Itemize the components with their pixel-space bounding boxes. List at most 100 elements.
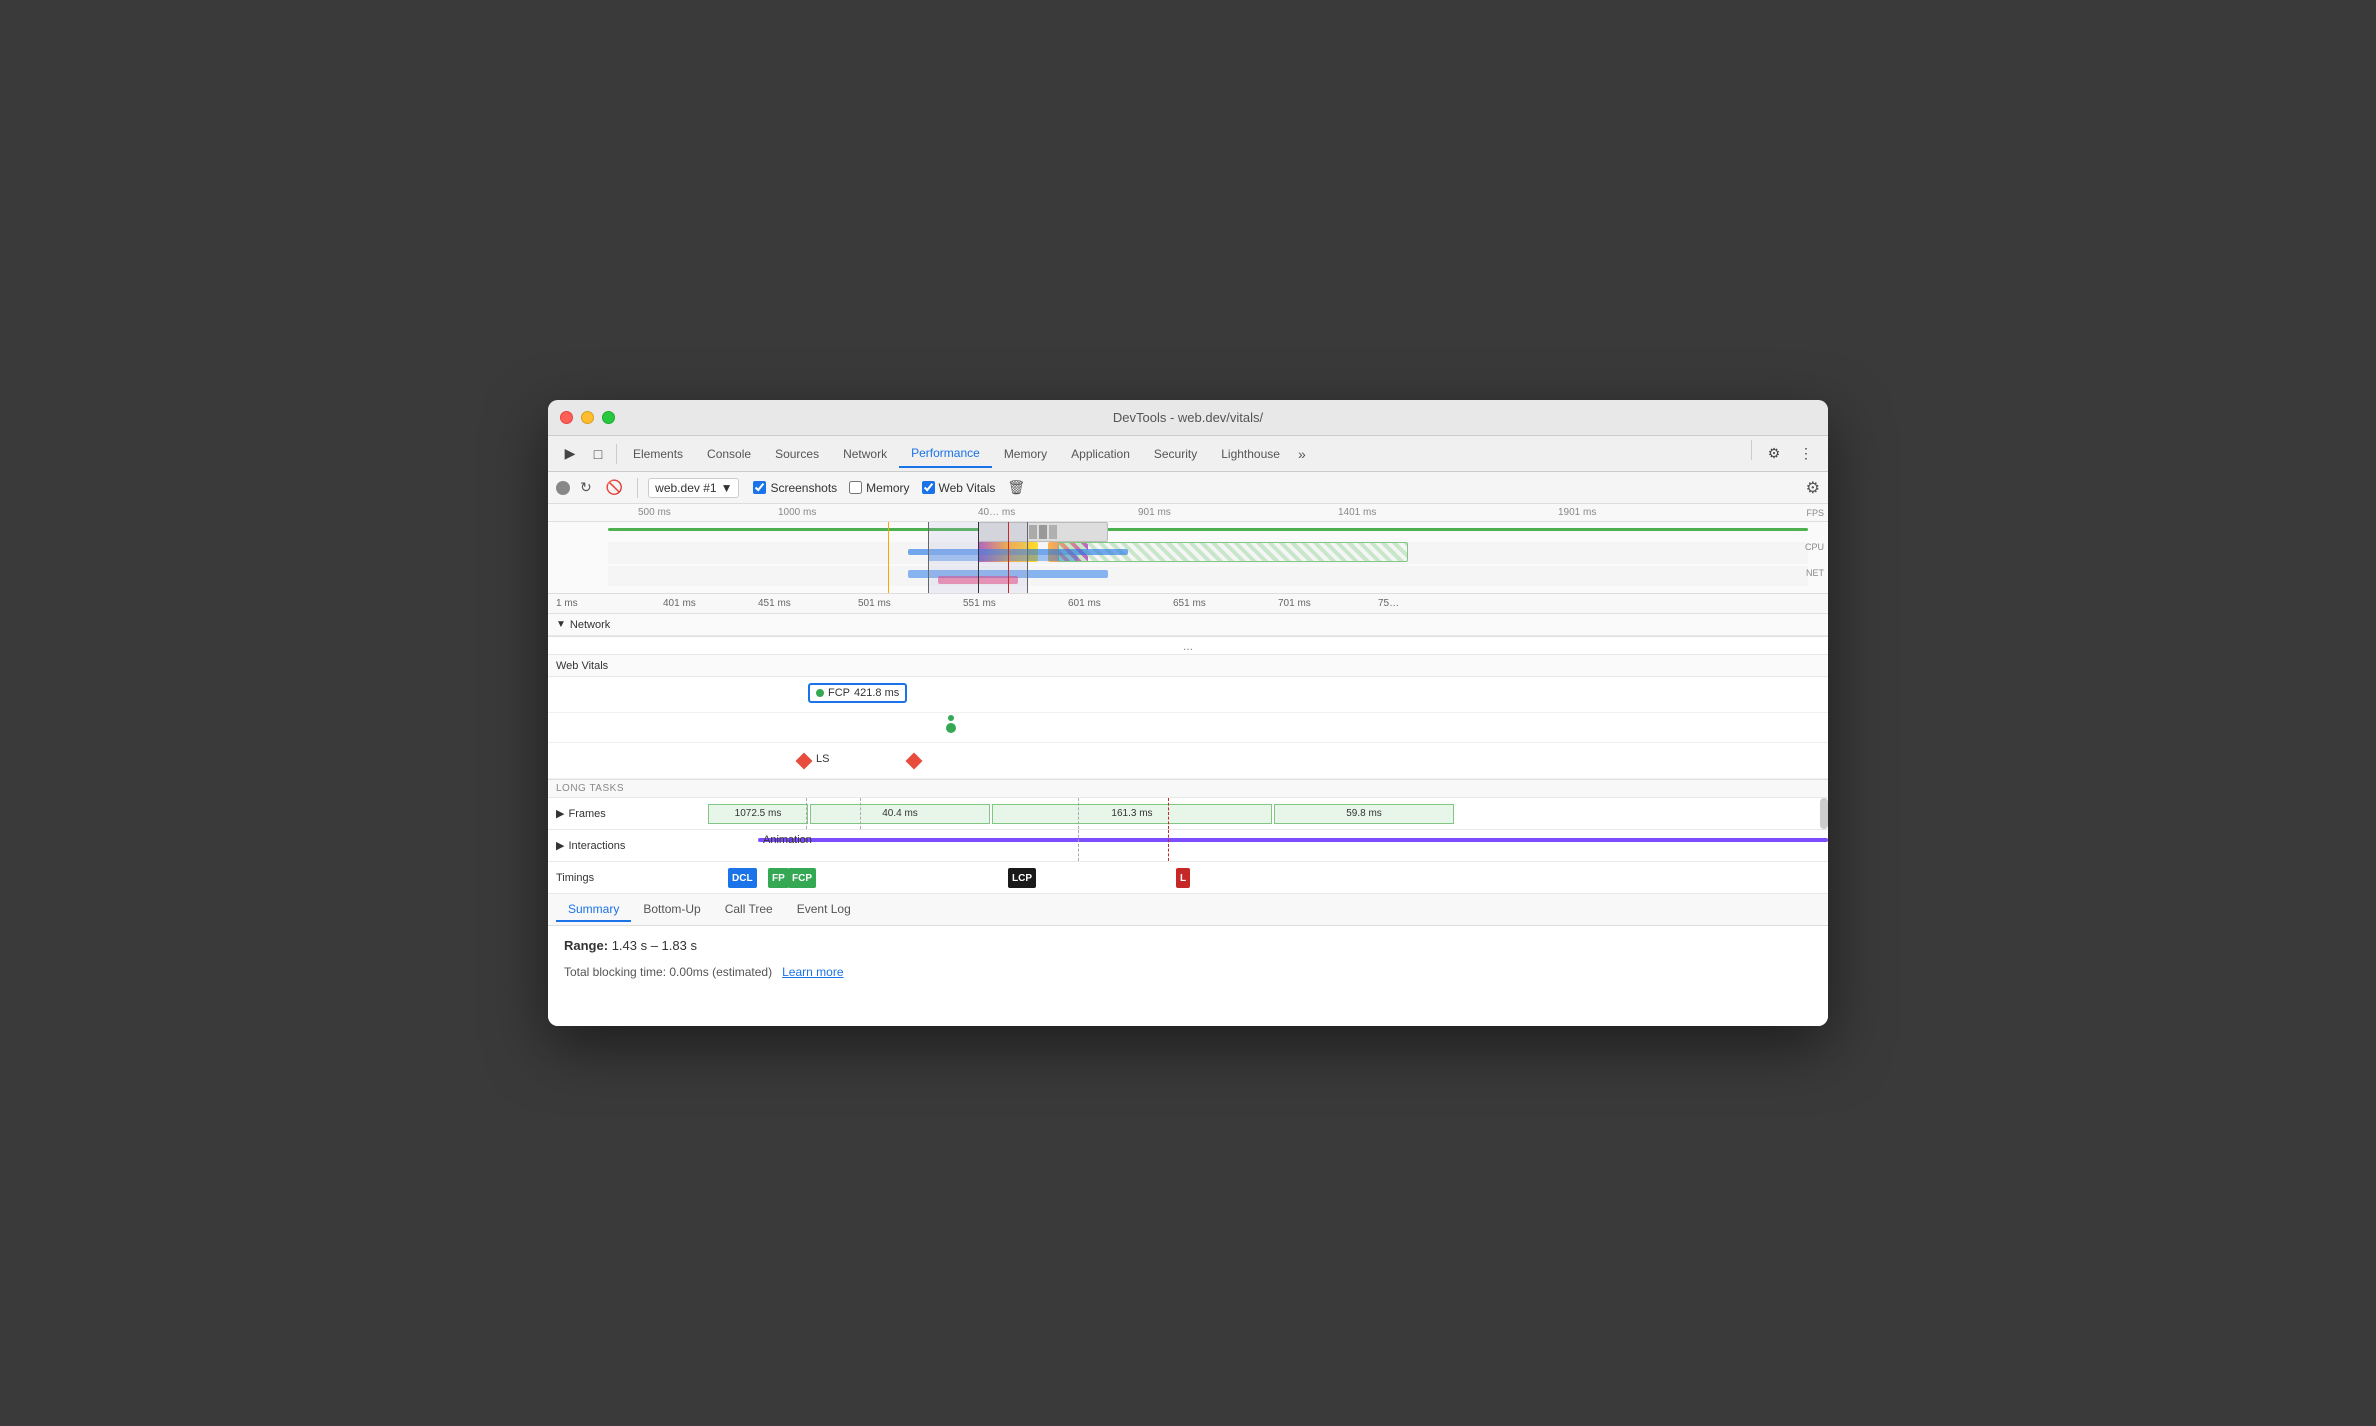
horizontal-scrollbar[interactable] <box>1820 798 1828 829</box>
close-button[interactable] <box>560 411 573 424</box>
net-label: NET <box>1806 568 1824 578</box>
tick-901ms: 901 ms <box>1138 507 1171 518</box>
ellipsis-label: ... <box>1183 639 1193 653</box>
timeline-overview[interactable]: 500 ms 1000 ms 40… ms 901 ms 1401 ms 190… <box>548 504 1828 594</box>
cpu-label: CPU <box>1805 542 1824 552</box>
tab-console[interactable]: Console <box>695 441 763 467</box>
frames-row: ▶ Frames 1072.5 ms 40.4 ms 161.3 ms 59.8… <box>548 798 1828 830</box>
interaction-divider <box>1078 830 1079 861</box>
timeline-ruler-top: 500 ms 1000 ms 40… ms 901 ms 1401 ms 190… <box>548 504 1828 522</box>
tick-500ms: 500 ms <box>638 507 671 518</box>
l-badge[interactable]: L <box>1176 868 1190 888</box>
tab-elements[interactable]: Elements <box>621 441 695 467</box>
cpu-track <box>608 542 1808 564</box>
tick-551ms: 551 ms <box>963 598 996 609</box>
tab-memory[interactable]: Memory <box>992 441 1059 467</box>
tab-network[interactable]: Network <box>831 441 899 467</box>
frame-block-2[interactable]: 40.4 ms <box>810 804 990 824</box>
tick-651ms: 651 ms <box>1173 598 1206 609</box>
settings-icon[interactable]: ⚙ <box>1760 440 1788 468</box>
range-label: Range: <box>564 938 608 953</box>
dark-marker-1 <box>978 522 979 594</box>
frame-divider-3 <box>1078 798 1079 829</box>
tick-701ms: 701 ms <box>1278 598 1311 609</box>
learn-more-link[interactable]: Learn more <box>782 965 843 979</box>
tick-1000ms: 1000 ms <box>778 507 816 518</box>
blocking-time-label: Total blocking time: 0.00ms (estimated) <box>564 965 772 979</box>
fp-badge[interactable]: FP <box>768 868 789 888</box>
interactions-label-text: Interactions <box>568 840 625 852</box>
tick-75x: 75… <box>1378 598 1399 609</box>
animation-bar <box>758 838 1828 842</box>
fcp-row: FCP 421.8 ms <box>548 677 1828 713</box>
fcp-timing-badge[interactable]: FCP <box>788 868 816 888</box>
nav-right-icons: ⚙ ⋮ <box>1747 440 1820 468</box>
web-vitals-checkbox[interactable]: Web Vitals <box>922 481 996 495</box>
minimize-button[interactable] <box>581 411 594 424</box>
frame-block-1[interactable]: 1072.5 ms <box>708 804 808 824</box>
memory-checkbox[interactable]: Memory <box>849 481 909 495</box>
network-section: ▼ Network <box>548 614 1828 637</box>
clear-button[interactable]: 🚫 <box>602 477 627 498</box>
separator <box>616 444 617 464</box>
more-tabs-button[interactable]: » <box>1292 442 1312 466</box>
more-options-icon[interactable]: ⋮ <box>1792 440 1820 468</box>
screenshots-checkbox[interactable]: Screenshots <box>753 481 837 495</box>
network-section-label: Network <box>570 619 610 631</box>
frame-divider-2 <box>860 798 861 829</box>
animation-label: Animation <box>763 834 812 846</box>
tab-lighthouse[interactable]: Lighthouse <box>1209 441 1292 467</box>
tab-call-tree[interactable]: Call Tree <box>713 898 785 922</box>
ls-diamond-right[interactable] <box>906 753 923 770</box>
timings-label-text: Timings <box>556 872 594 884</box>
tab-sources[interactable]: Sources <box>763 441 831 467</box>
cursor-icon[interactable]: ▶ <box>556 440 584 468</box>
timings-track: DCL FP FCP LCP L <box>708 862 1828 893</box>
interactions-expand-arrow[interactable]: ▶ <box>556 839 564 852</box>
record-button[interactable] <box>556 481 570 495</box>
vitals-tracks: FCP 421.8 ms LS <box>548 677 1828 779</box>
network-section-header[interactable]: ▼ Network <box>548 614 1828 636</box>
tick-501ms: 501 ms <box>858 598 891 609</box>
web-vitals-section: Web Vitals FCP 421.8 ms <box>548 655 1828 780</box>
memory-label: Memory <box>866 481 909 495</box>
frames-expand-arrow[interactable]: ▶ <box>556 807 564 820</box>
frame-3-label: 161.3 ms <box>1111 808 1152 819</box>
net-track <box>608 566 1808 586</box>
fps-label: FPS <box>1806 508 1824 518</box>
ls-diamond-left[interactable] <box>796 753 813 770</box>
fcp-label: FCP <box>828 687 850 699</box>
frame-block-3[interactable]: 161.3 ms <box>992 804 1272 824</box>
tick-40ms: 40… ms <box>978 507 1015 518</box>
clear-recordings-button[interactable]: 🗑 <box>1007 479 1025 496</box>
tab-performance[interactable]: Performance <box>899 440 992 468</box>
frame-divider-red <box>1168 798 1169 829</box>
tab-summary[interactable]: Summary <box>556 898 631 922</box>
lcp-badge[interactable]: LCP <box>1008 868 1036 888</box>
tick-451ms: 451 ms <box>758 598 791 609</box>
long-tasks-label: LONG TASKS <box>556 783 624 794</box>
web-vitals-text: Web Vitals <box>556 660 608 672</box>
fcp-badge[interactable]: FCP 421.8 ms <box>808 683 907 703</box>
capture-settings-button[interactable]: ⚙ <box>1806 478 1820 498</box>
target-selector-value: web.dev #1 <box>655 481 716 495</box>
separator <box>1751 440 1752 460</box>
frame-divider-1 <box>806 798 807 829</box>
fullscreen-button[interactable] <box>602 411 615 424</box>
tab-bottom-up[interactable]: Bottom-Up <box>631 898 712 922</box>
overview-tracks: CPU NET <box>548 522 1828 594</box>
timeline-ruler-main: 1 ms 401 ms 451 ms 501 ms 551 ms 601 ms … <box>548 594 1828 614</box>
tab-application[interactable]: Application <box>1059 441 1142 467</box>
orange-marker <box>888 522 889 594</box>
checkbox-group: Screenshots Memory Web Vitals 🗑 <box>753 479 1025 496</box>
dcl-badge[interactable]: DCL <box>728 868 757 888</box>
tab-event-log[interactable]: Event Log <box>785 898 863 922</box>
device-toggle-icon[interactable]: □ <box>584 440 612 468</box>
reload-button[interactable]: ↻ <box>576 477 596 498</box>
target-selector[interactable]: web.dev #1 ▼ <box>648 478 739 498</box>
timings-label: Timings <box>548 872 708 884</box>
vitals-green-dot <box>946 723 956 733</box>
frame-block-4[interactable]: 59.8 ms <box>1274 804 1454 824</box>
fcp-dot <box>816 689 824 697</box>
tab-security[interactable]: Security <box>1142 441 1209 467</box>
